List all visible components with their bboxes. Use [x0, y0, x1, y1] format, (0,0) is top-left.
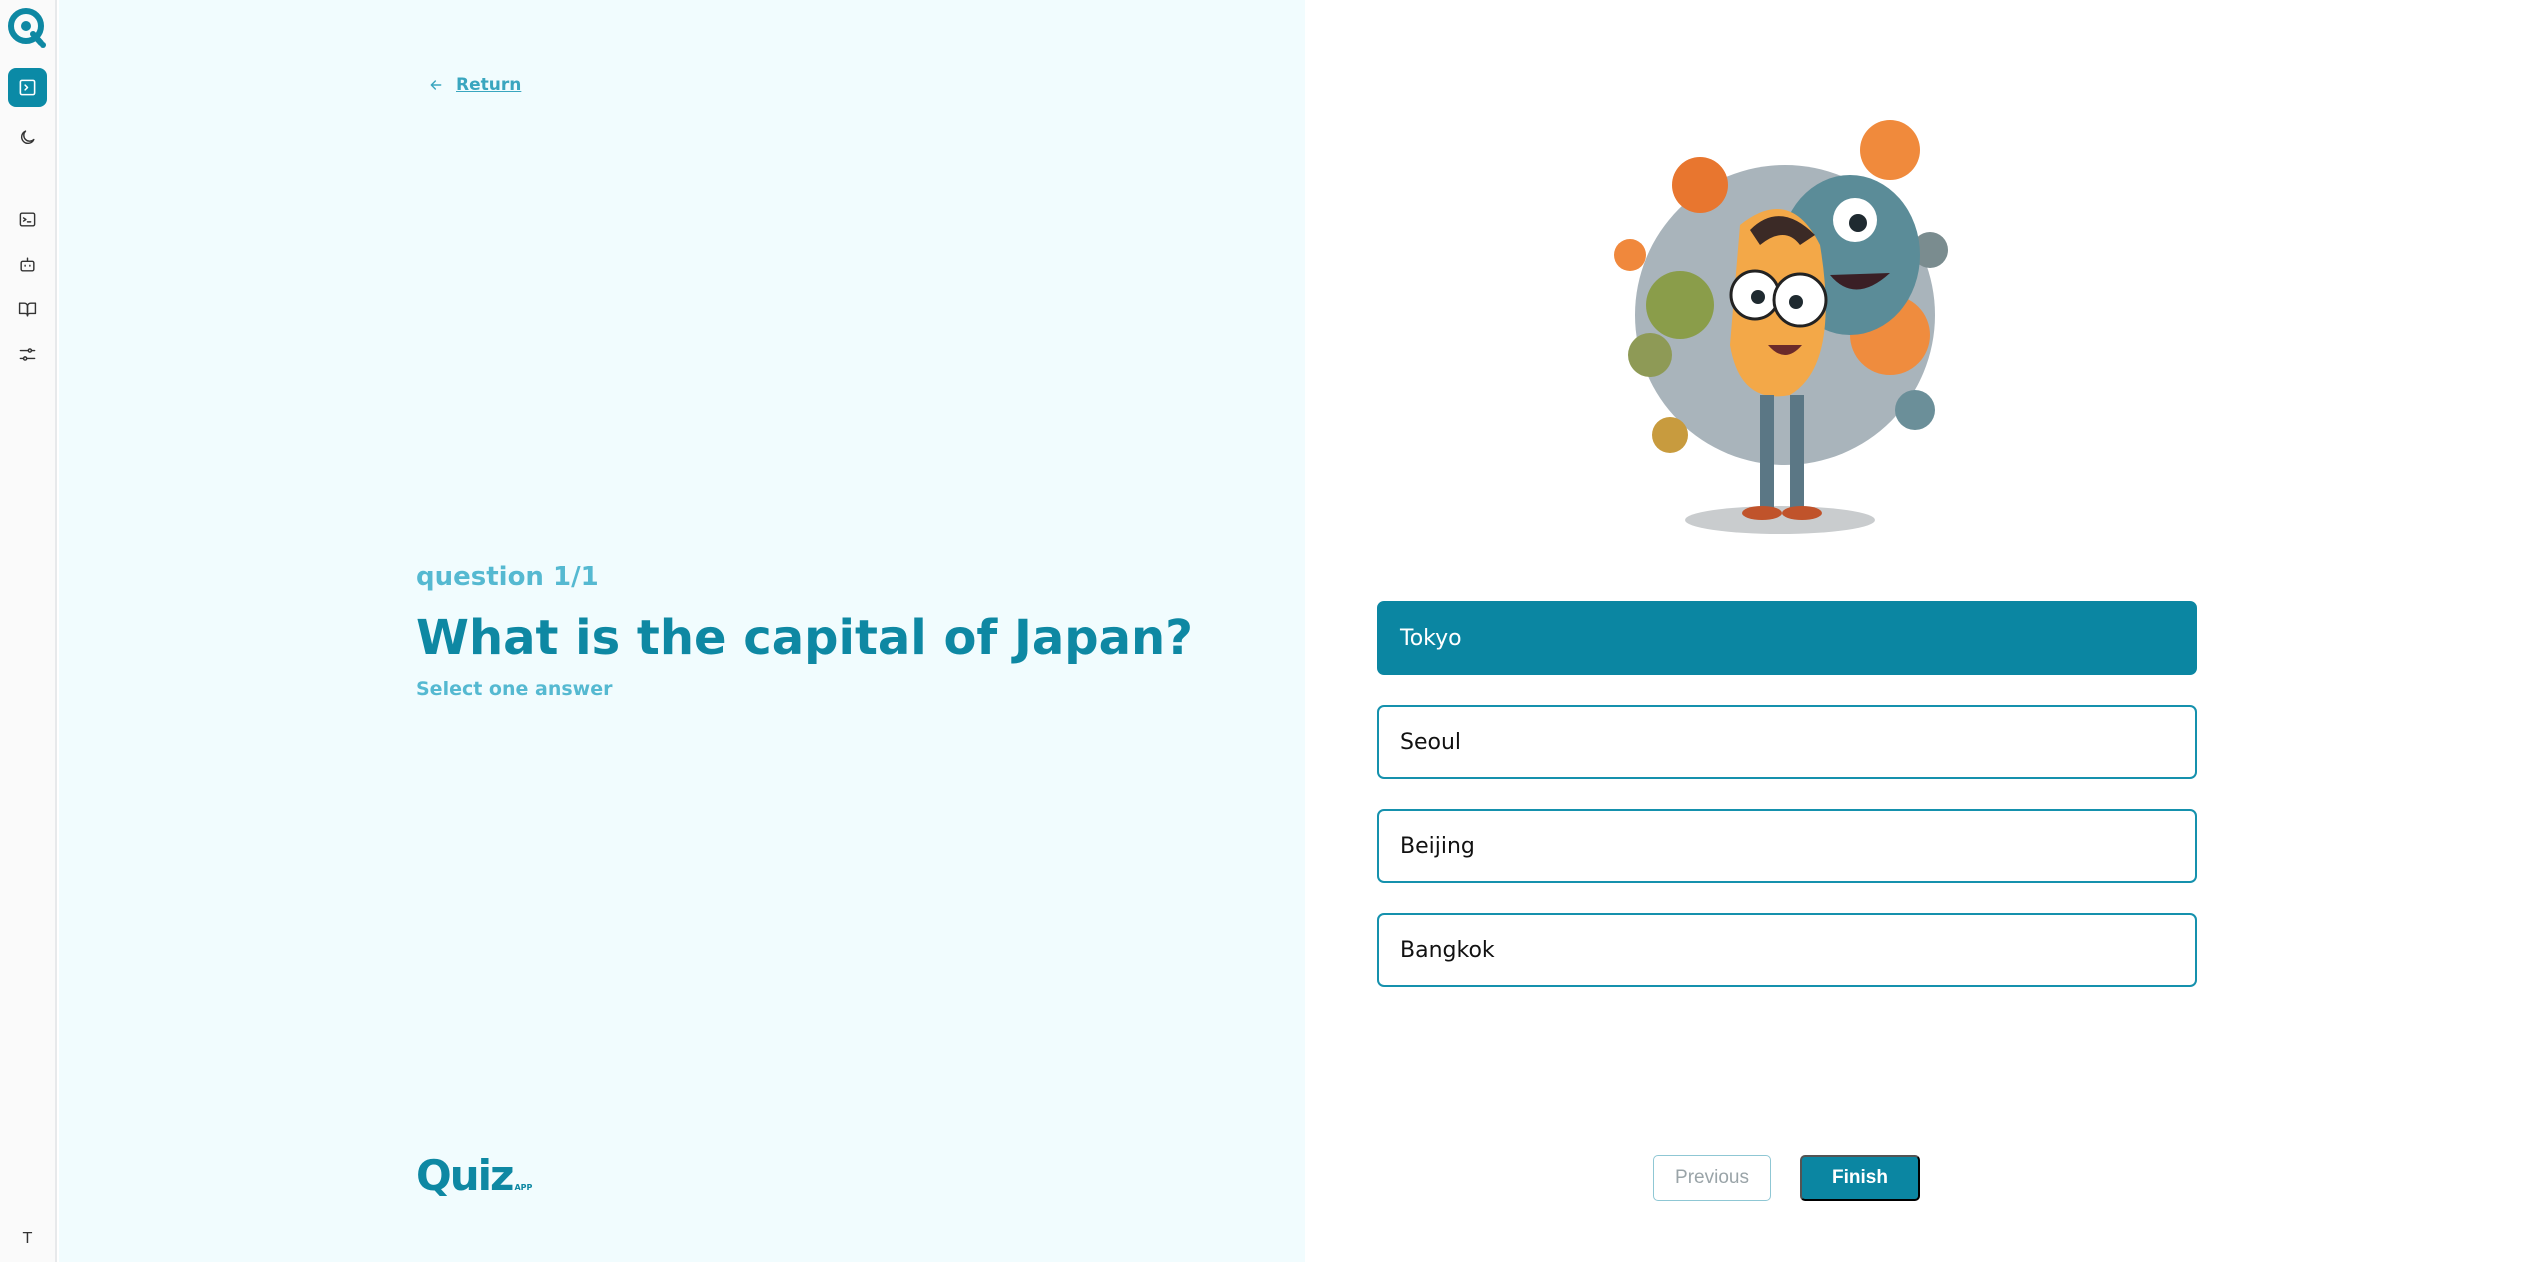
sliders-icon [19, 348, 36, 361]
user-avatar[interactable]: T [8, 1222, 47, 1254]
sidebar-item-console[interactable] [8, 200, 47, 239]
brand-name: Quiz [416, 1151, 514, 1200]
sidebar-item-quiz[interactable] [8, 68, 47, 107]
moon-icon [21, 130, 35, 144]
question-title: What is the capital of Japan? [416, 610, 1194, 666]
terminal-square-icon [19, 79, 36, 96]
answer-option[interactable]: Beijing [1377, 809, 2197, 883]
finish-button[interactable]: Finish [1800, 1155, 1920, 1201]
quiz-illustration [1614, 120, 1948, 534]
theme-toggle-button[interactable] [8, 118, 47, 157]
bot-icon [20, 257, 35, 272]
question-counter: question 1/1 [416, 562, 599, 592]
answer-option[interactable]: Bangkok [1377, 913, 2197, 987]
answer-option[interactable]: Tokyo [1377, 601, 2197, 675]
sidebar-item-settings[interactable] [8, 335, 47, 374]
sidebar-item-docs[interactable] [8, 290, 47, 329]
answer-option[interactable]: Seoul [1377, 705, 2197, 779]
terminal-icon [19, 212, 36, 227]
previous-button[interactable]: Previous [1653, 1155, 1771, 1201]
return-link[interactable]: Return [428, 75, 521, 95]
sidebar-item-bot[interactable] [8, 245, 47, 284]
app-logo-icon[interactable] [7, 7, 49, 49]
arrow-left-icon [430, 80, 442, 90]
question-panel: Return question 1/1 What is the capital … [59, 0, 1305, 1262]
brand-suffix: APP [514, 1183, 533, 1192]
return-label[interactable]: Return [456, 75, 521, 95]
book-open-icon [18, 302, 37, 317]
sidebar: T [0, 0, 57, 1262]
brand-logo: Quiz APP [416, 1152, 532, 1200]
question-hint: Select one answer [416, 678, 613, 700]
